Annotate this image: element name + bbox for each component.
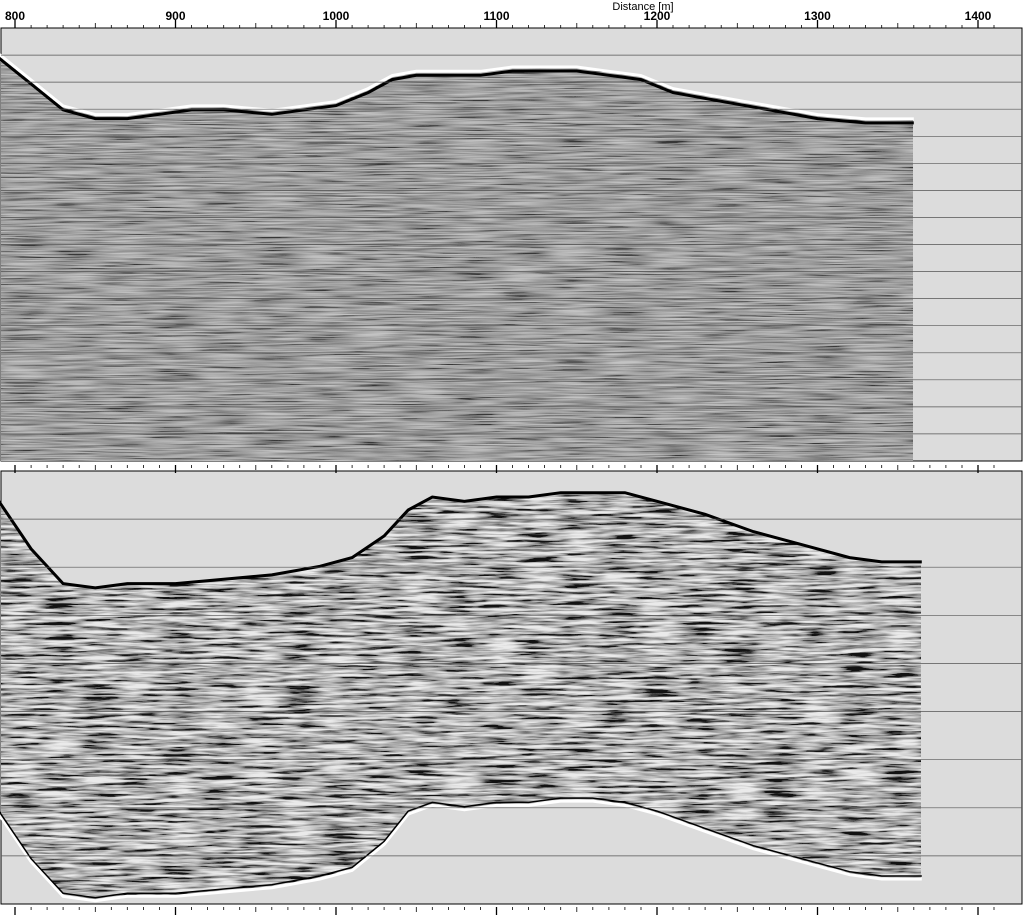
tick-label: 1300: [804, 9, 831, 23]
tick-label: 800: [5, 9, 25, 23]
tick-label: 1000: [323, 9, 350, 23]
bottom-distance-axis: [14, 907, 995, 915]
tick-label: 1200: [644, 9, 671, 23]
bottom-radargram-panel: [0, 470, 1023, 905]
top-distance-axis: 800 900 1000 1100 1200 1300 1400: [5, 9, 995, 28]
top-radargram-panel: [0, 27, 1023, 462]
tick-label: 1100: [483, 9, 509, 23]
tick-label: 1400: [965, 9, 992, 23]
tick-label: 900: [165, 9, 185, 23]
radargram-figure: Distance [m] 800 900 1000 1100 1200 1300 1400: [0, 1, 1023, 915]
